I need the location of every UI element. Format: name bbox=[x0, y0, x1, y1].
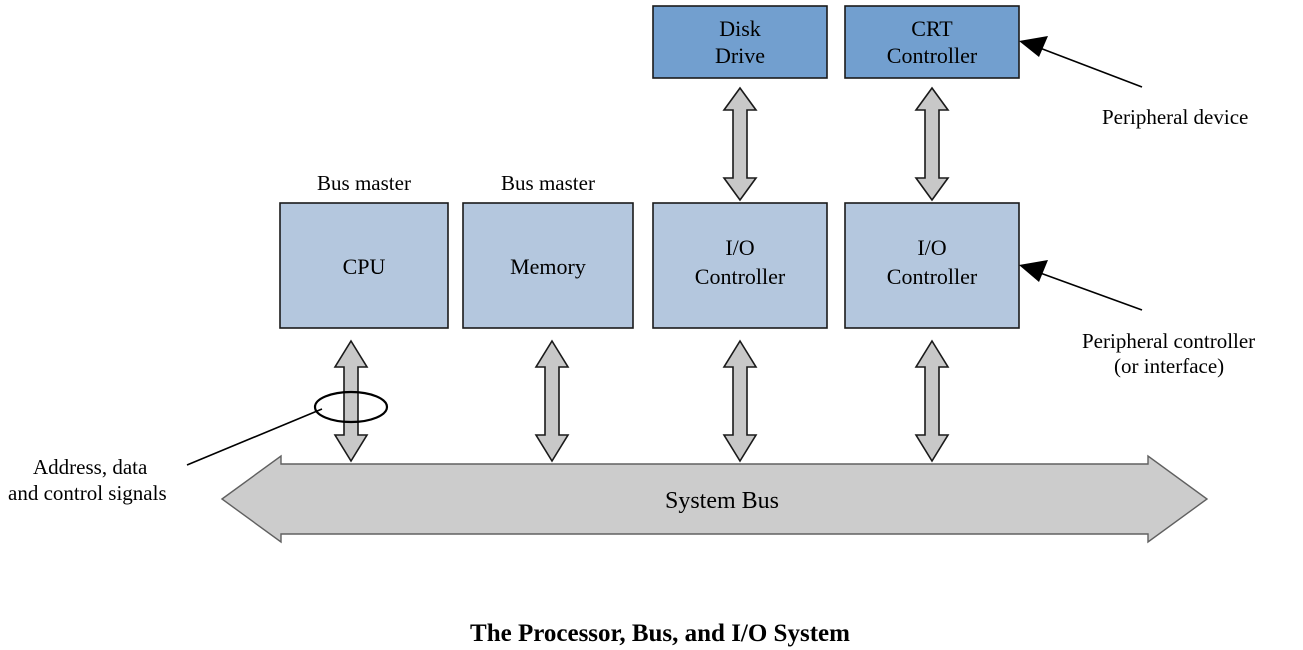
module-io-controller-1[interactable]: I/O Controller bbox=[652, 202, 828, 329]
arrowhead-icon bbox=[1019, 260, 1048, 282]
vertical-double-arrow-icon bbox=[914, 339, 950, 463]
io-controller-1-label-line2: Controller bbox=[695, 264, 786, 289]
double-arrow-io1-to-bus bbox=[722, 339, 758, 463]
vertical-double-arrow-icon bbox=[914, 86, 950, 202]
module-cpu[interactable]: CPU bbox=[279, 202, 449, 329]
peripheral-device-leader-line bbox=[1031, 44, 1143, 88]
vertical-double-arrow-icon bbox=[722, 339, 758, 463]
io-controller-2-label-line1: I/O bbox=[917, 235, 946, 260]
diagram-canvas: Disk Drive CRT Controller Bus master Bus… bbox=[0, 0, 1303, 650]
vertical-double-arrow-icon bbox=[722, 86, 758, 202]
diagram-caption: The Processor, Bus, and I/O System bbox=[470, 620, 850, 647]
arrowhead-icon bbox=[1019, 36, 1048, 57]
peripheral-controller-leader-line bbox=[1031, 269, 1143, 311]
signals-label-line2: and control signals bbox=[8, 481, 167, 505]
crt-controller-label-line2: Controller bbox=[887, 43, 978, 68]
bus-master-label-cpu: Bus master bbox=[317, 171, 411, 195]
annotation-peripheral-device: Peripheral device bbox=[1019, 36, 1248, 129]
peripheral-controller-label-line2: (or interface) bbox=[1114, 354, 1224, 378]
io-controller-2-label-line2: Controller bbox=[887, 264, 978, 289]
module-io-controller-2[interactable]: I/O Controller bbox=[844, 202, 1020, 329]
double-arrow-memory-to-bus bbox=[534, 339, 570, 463]
crt-controller-label-line1: CRT bbox=[911, 16, 953, 41]
peripheral-device-disk-drive[interactable]: Disk Drive bbox=[652, 5, 828, 79]
vertical-double-arrow-icon bbox=[534, 339, 570, 463]
processor-bus-io-diagram: Disk Drive CRT Controller Bus master Bus… bbox=[8, 5, 1255, 647]
disk-drive-label-line2: Drive bbox=[715, 43, 765, 68]
double-arrow-disk-to-io1 bbox=[722, 86, 758, 202]
system-bus[interactable]: System Bus bbox=[220, 454, 1209, 544]
peripheral-device-label: Peripheral device bbox=[1102, 105, 1248, 129]
bus-master-label-memory: Bus master bbox=[501, 171, 595, 195]
memory-label-line1: Memory bbox=[510, 254, 586, 279]
disk-drive-label-line1: Disk bbox=[719, 16, 761, 41]
peripheral-controller-label-line1: Peripheral controller bbox=[1082, 329, 1255, 353]
module-memory[interactable]: Memory bbox=[462, 202, 634, 329]
io-controller-1-label-line1: I/O bbox=[725, 235, 754, 260]
annotation-peripheral-controller: Peripheral controller (or interface) bbox=[1019, 260, 1255, 378]
double-arrow-crt-to-io2 bbox=[914, 86, 950, 202]
signals-label-line1: Address, data bbox=[33, 455, 148, 479]
signals-leader-line bbox=[186, 408, 323, 466]
double-arrow-io2-to-bus bbox=[914, 339, 950, 463]
system-bus-label: System Bus bbox=[665, 488, 779, 514]
double-arrow-cpu-to-bus bbox=[333, 339, 369, 463]
cpu-label-line1: CPU bbox=[343, 254, 386, 279]
vertical-double-arrow-icon bbox=[333, 339, 369, 463]
peripheral-device-crt-controller[interactable]: CRT Controller bbox=[844, 5, 1020, 79]
